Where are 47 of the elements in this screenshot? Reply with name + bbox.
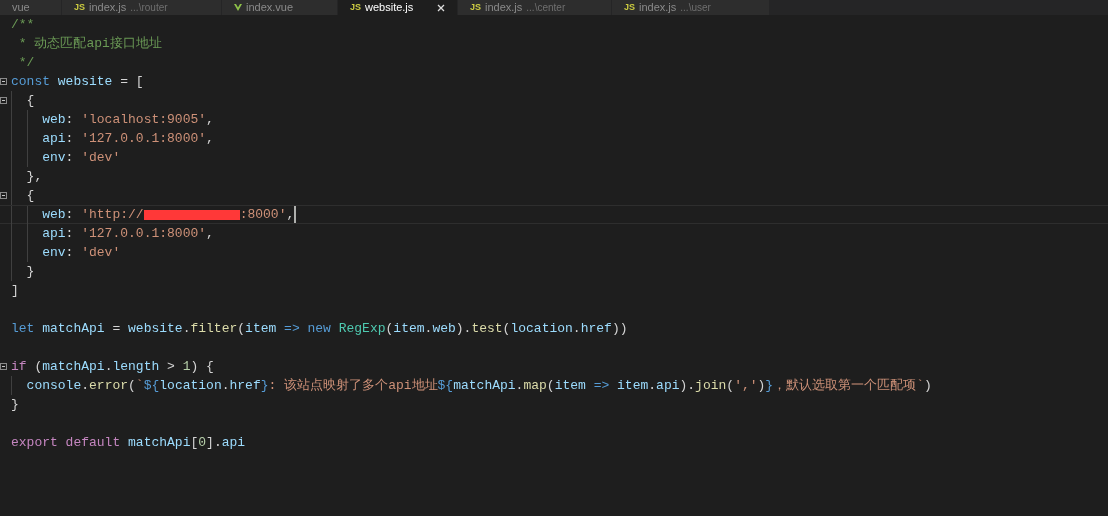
fold-icon[interactable] [0,97,7,104]
editor-tab[interactable]: JS index.js ...\user [612,0,770,15]
code-line: api: '127.0.0.1:8000', [41,130,214,148]
editor-tab[interactable]: vue [0,0,62,15]
js-file-icon: JS [74,3,85,12]
tab-path: ...\router [130,2,168,13]
code-line: env: 'dev' [41,149,121,167]
editor-tab[interactable]: JS website.js [338,0,458,15]
vue-file-icon [234,4,242,11]
tab-label: index.js [639,2,677,13]
tab-path: ...\center [526,2,566,13]
editor-tab[interactable]: JS index.js ...\router [62,0,222,15]
code-line: env: 'dev' [41,244,121,262]
code-line: * 动态匹配api接口地址 [17,35,162,53]
tab-label: index.js [485,2,523,13]
editor-tab[interactable]: JS index.js ...\center [458,0,612,15]
code-line: } [25,263,35,281]
editor-tab[interactable]: index.vue [222,0,338,15]
code-line: { [25,187,35,205]
tab-label: vue [12,2,30,13]
tab-path: ...\user [680,2,711,13]
code-line: console.error(`${location.href}: 该站点映射了多个api地址${matchApi.map(item => item.api).join(',')}，默认选取第一个匹配项`) [25,377,932,395]
code-line: ] [11,282,19,300]
tab-label: index.vue [246,2,294,13]
js-file-icon: JS [470,3,481,12]
js-file-icon: JS [350,3,361,12]
code-line: if (matchApi.length > 1) { [11,358,214,376]
fold-icon[interactable] [0,363,7,370]
code-line: } [11,396,19,414]
code-line: /** [11,16,35,34]
code-line: web: 'localhost:9005', [41,111,214,129]
code-line: { [25,92,35,110]
code-line: export default matchApi[0].api [11,434,246,452]
tab-label: index.js [89,2,127,13]
code-line: api: '127.0.0.1:8000', [41,225,214,243]
code-text: :8000', [239,206,295,224]
code-line: const website = [ [11,73,144,91]
close-icon[interactable] [437,3,445,12]
code-line: }, [25,168,43,186]
code-line: let matchApi = website.filter(item => new RegExp(item.web).test(location.href)) [11,320,628,338]
js-file-icon: JS [624,3,635,12]
code-text: web: 'http:// [41,206,144,224]
fold-icon[interactable] [0,192,7,199]
code-line: */ [17,54,35,72]
tab-label: website.js [365,2,414,13]
fold-icon[interactable] [0,78,7,85]
text-cursor [294,206,297,223]
